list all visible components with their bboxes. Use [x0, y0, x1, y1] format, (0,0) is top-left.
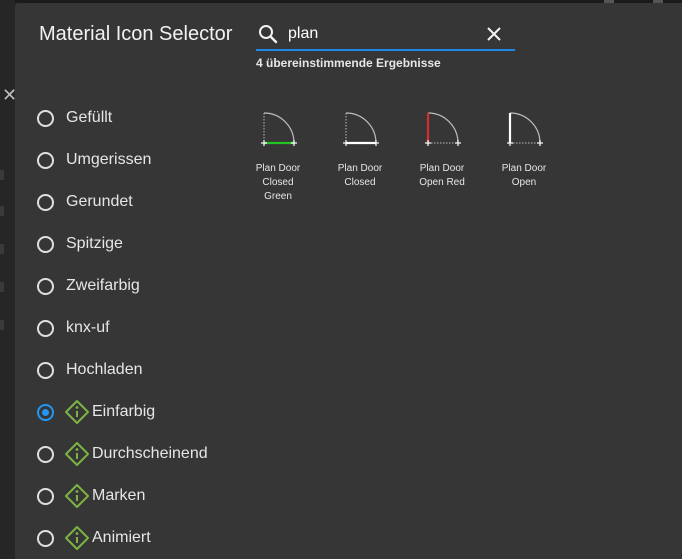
- style-option-gefüllt[interactable]: Gefüllt: [37, 97, 208, 139]
- background-tick: [0, 244, 4, 254]
- plan-door-open-icon: [507, 112, 543, 146]
- result-tile-label-line: Plan Door: [337, 163, 383, 174]
- result-tile-label-line: Green: [264, 191, 292, 202]
- search-icon: [259, 25, 278, 44]
- clear-search-icon[interactable]: [486, 26, 502, 42]
- style-option-hochladen[interactable]: Hochladen: [37, 349, 208, 391]
- plan-door-open-red-icon: [425, 112, 461, 146]
- background-tick: [0, 282, 4, 292]
- style-option-umgerissen[interactable]: Umgerissen: [37, 139, 208, 181]
- style-option-zweifarbig[interactable]: Zweifarbig: [37, 265, 208, 307]
- radio-unchecked[interactable]: [37, 277, 54, 295]
- style-option-label: knx-uf: [66, 319, 110, 336]
- result-tile-label: Plan Door Open: [493, 162, 555, 190]
- dialog-title: Material Icon Selector: [39, 23, 233, 45]
- search-field[interactable]: [256, 19, 515, 51]
- result-tile-label-line: Plan Door: [419, 163, 465, 174]
- result-tile-label-line: Plan Door: [255, 163, 301, 174]
- style-option-animiert[interactable]: Animiert: [37, 517, 208, 559]
- result-tile-label: Plan Door Closed: [329, 162, 391, 190]
- radio-unchecked[interactable]: [37, 109, 54, 127]
- radio-unchecked[interactable]: [37, 445, 54, 463]
- result-tile-label-line: Closed: [344, 177, 376, 188]
- radio-unchecked[interactable]: [37, 151, 54, 169]
- background-app-strip: [0, 0, 15, 559]
- icon-style-radio-group: Gefüllt Umgerissen Gerundet Spitzige Zweifar…: [37, 97, 208, 559]
- radio-unchecked[interactable]: [37, 193, 54, 211]
- icon-selector-dialog: Material Icon Selector 4 übereinstimmend…: [15, 3, 682, 559]
- background-tick: [0, 170, 4, 180]
- style-option-spitzige[interactable]: Spitzige: [37, 223, 208, 265]
- radio-unchecked[interactable]: [37, 361, 54, 379]
- result-tile-label-line: Plan Door: [501, 163, 547, 174]
- style-option-marken[interactable]: Marken: [37, 475, 208, 517]
- result-tile-label: Plan Door Closed Green: [247, 162, 309, 204]
- search-input[interactable]: [288, 23, 478, 45]
- background-tick: [0, 320, 4, 330]
- result-tile-label-line: Open: [511, 177, 537, 188]
- style-option-label: Spitzige: [66, 235, 123, 252]
- radio-unchecked[interactable]: [37, 235, 54, 253]
- info-diamond-icon: [65, 526, 89, 550]
- result-tile[interactable]: Plan Door Closed: [329, 107, 391, 190]
- result-tile-label-line: Closed: [262, 177, 294, 188]
- result-tile-label-line: Open Red: [419, 177, 465, 188]
- radio-checked[interactable]: [37, 403, 54, 421]
- style-option-label: Marken: [92, 487, 146, 504]
- style-option-label: Durchscheinend: [92, 445, 208, 462]
- style-option-einfarbig[interactable]: Einfarbig: [37, 391, 208, 433]
- style-option-durchscheinend[interactable]: Durchscheinend: [37, 433, 208, 475]
- radio-unchecked[interactable]: [37, 319, 54, 337]
- result-tile-label: Plan Door Open Red: [411, 162, 473, 190]
- radio-unchecked[interactable]: [37, 529, 54, 547]
- style-option-gerundet[interactable]: Gerundet: [37, 181, 208, 223]
- plan-door-closed-icon: [343, 112, 379, 146]
- style-option-label: Gerundet: [66, 193, 133, 210]
- style-option-label: Umgerissen: [66, 151, 152, 168]
- style-option-label: Einfarbig: [92, 403, 156, 420]
- style-option-label: Gefüllt: [66, 109, 113, 126]
- result-tile[interactable]: Plan Door Closed Green: [247, 107, 309, 204]
- style-option-label: Hochladen: [66, 361, 143, 378]
- result-tile[interactable]: Plan Door Open: [493, 107, 555, 190]
- info-diamond-icon: [65, 442, 89, 466]
- info-diamond-icon: [65, 484, 89, 508]
- background-tick: [0, 206, 4, 216]
- style-option-label: Zweifarbig: [66, 277, 140, 294]
- info-diamond-icon: [65, 400, 89, 424]
- plan-door-closed-green-icon: [261, 112, 297, 146]
- style-option-knx-uf[interactable]: knx-uf: [37, 307, 208, 349]
- style-option-label: Animiert: [92, 529, 151, 546]
- result-tile[interactable]: Plan Door Open Red: [411, 107, 473, 190]
- result-count: 4 übereinstimmende Ergebnisse: [256, 56, 441, 70]
- radio-unchecked[interactable]: [37, 487, 54, 505]
